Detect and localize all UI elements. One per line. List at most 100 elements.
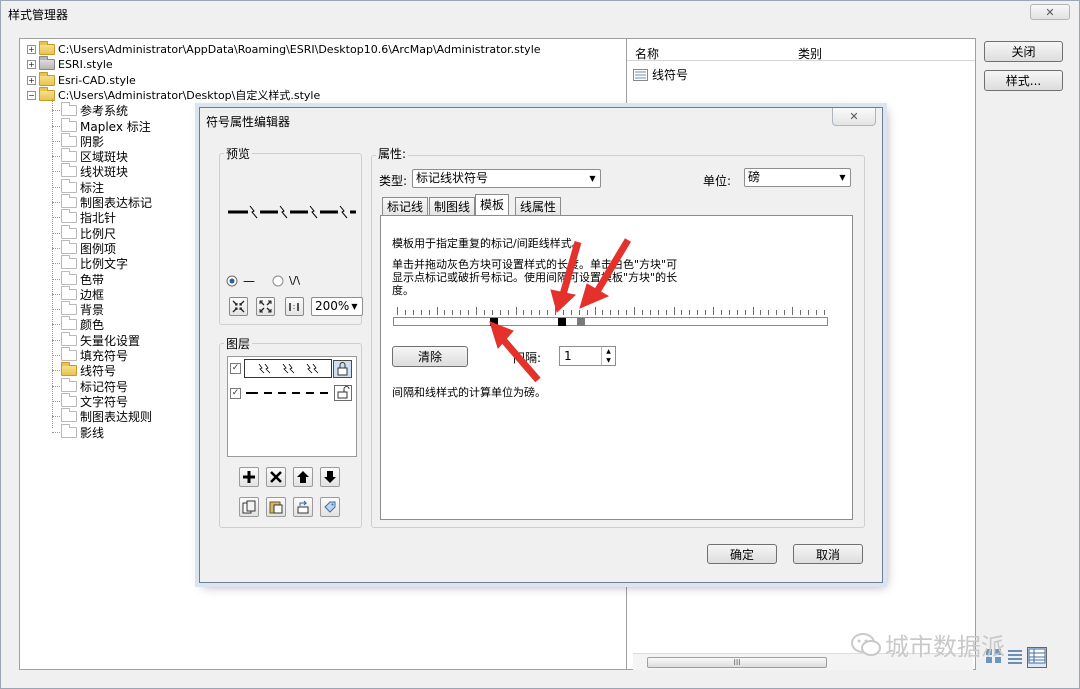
- radio-straight[interactable]: —: [226, 274, 255, 288]
- list-item[interactable]: 线符号: [633, 66, 688, 83]
- column-category[interactable]: 类别: [798, 45, 822, 62]
- remove-layer-button[interactable]: [266, 467, 286, 487]
- tree-category-item[interactable]: 比例尺: [61, 224, 116, 241]
- ruler-tick: [673, 307, 675, 315]
- actual-size-button[interactable]: [285, 297, 304, 316]
- tree-category-item[interactable]: 标注: [61, 178, 104, 195]
- tree-category-item[interactable]: Maplex 标注: [61, 117, 151, 134]
- tree-category-item[interactable]: 色带: [61, 270, 104, 287]
- watermark: 城市数据派: [851, 627, 1005, 662]
- tree-category-item[interactable]: 图例项: [61, 239, 116, 256]
- tree-category-item[interactable]: 制图表达标记: [61, 194, 152, 210]
- ruler-tick: [641, 310, 643, 315]
- ruler-tick: [807, 310, 809, 315]
- up-arrow-icon[interactable]: ▲: [602, 347, 615, 356]
- tab-line-properties[interactable]: 线属性: [515, 197, 562, 216]
- list-view-icon[interactable]: [1006, 648, 1024, 667]
- zoom-extent-button[interactable]: [256, 297, 275, 316]
- tree-category-item[interactable]: 线符号: [61, 362, 116, 378]
- ruler-tick: [799, 310, 801, 315]
- folder-icon: [61, 224, 77, 239]
- tree-branch-line: [52, 232, 60, 234]
- window-title: 样式管理器: [8, 8, 69, 22]
- tree-category-item[interactable]: 标记符号: [61, 377, 128, 394]
- copy-layer-button[interactable]: [239, 497, 259, 517]
- radio-curve[interactable]: \/\: [272, 274, 300, 287]
- template-mark-black[interactable]: [558, 318, 566, 326]
- tab-cartographic-line[interactable]: 制图线: [429, 197, 476, 216]
- layer-2-lock-button[interactable]: [334, 385, 352, 401]
- folder-icon: [61, 194, 77, 208]
- move-down-button[interactable]: [320, 467, 340, 487]
- folder-icon: [61, 270, 77, 285]
- tree-root-item[interactable]: + Esri-CAD.style: [27, 71, 136, 88]
- ruler-track[interactable]: [393, 317, 828, 326]
- column-name[interactable]: 名称: [635, 45, 659, 62]
- layer-2-item[interactable]: [244, 384, 332, 402]
- layer-1-checkbox[interactable]: ✓: [230, 363, 241, 374]
- window-close-button[interactable]: ✕: [1030, 4, 1070, 20]
- move-up-button[interactable]: [293, 467, 313, 487]
- scroll-thumb[interactable]: III: [647, 657, 827, 668]
- unit-note: 间隔和线样式的计算单位为磅。: [392, 386, 546, 399]
- tree-root-item[interactable]: + ESRI.style: [27, 56, 113, 72]
- expand-icon[interactable]: +: [27, 45, 36, 54]
- layer-properties-button[interactable]: [320, 497, 340, 517]
- ruler-tick: [507, 310, 509, 315]
- collapse-icon[interactable]: −: [27, 90, 36, 100]
- tree-root-item[interactable]: + C:\Users\Administrator\AppData\Roaming\…: [27, 41, 541, 57]
- interval-value: 1: [564, 349, 572, 363]
- tree-category-item[interactable]: 矢量化设置: [61, 331, 140, 348]
- stepper-arrows[interactable]: ▲ ▼: [601, 347, 615, 365]
- tab-marker-line[interactable]: 标记线: [382, 197, 429, 216]
- tree-category-item[interactable]: 区域斑块: [61, 148, 128, 164]
- layer-1-lock-button[interactable]: [333, 360, 352, 378]
- styles-button[interactable]: 样式...: [984, 70, 1063, 91]
- tree-category-item[interactable]: 填充符号: [61, 347, 128, 363]
- arrow-down-icon: [324, 471, 336, 483]
- zoom-select[interactable]: 200% ▼: [311, 297, 363, 316]
- unit-select[interactable]: 磅 ▼: [744, 168, 851, 187]
- ruler-tick: [476, 307, 477, 315]
- tree-category-item[interactable]: 阴影: [61, 132, 104, 149]
- ruler-tick: [665, 310, 667, 315]
- ok-button[interactable]: 确定: [707, 544, 777, 564]
- tree-category-item[interactable]: 文字符号: [61, 392, 128, 409]
- layer-2-checkbox[interactable]: ✓: [230, 388, 241, 399]
- paste-layer-button[interactable]: [266, 497, 286, 517]
- layer-1-item[interactable]: [244, 359, 332, 378]
- tree-category-item[interactable]: 指北针: [61, 209, 116, 225]
- expand-icon[interactable]: +: [27, 60, 36, 70]
- marker-line-layer-icon: [258, 363, 319, 374]
- convert-layer-button[interactable]: [293, 497, 313, 517]
- close-button[interactable]: 关闭: [984, 41, 1063, 62]
- tree-category-item[interactable]: 背景: [61, 301, 104, 317]
- interval-stepper[interactable]: 1 ▲ ▼: [559, 346, 616, 366]
- tree-category-item[interactable]: 参考系统: [61, 102, 128, 118]
- tree-category-item[interactable]: 比例文字: [61, 255, 128, 271]
- zoom-fit-button[interactable]: [229, 297, 248, 316]
- template-ruler[interactable]: [393, 307, 828, 326]
- dialog-title: 符号属性编辑器: [206, 115, 291, 129]
- template-mark-black[interactable]: [490, 318, 498, 326]
- tree-root-item[interactable]: − C:\Users\Administrator\Desktop\自定义样式.st…: [27, 86, 320, 103]
- tree-category-item[interactable]: 颜色: [61, 316, 104, 332]
- radio-selected-icon: [226, 275, 238, 287]
- line-symbol-icon: [633, 68, 648, 81]
- expand-icon[interactable]: +: [27, 75, 36, 85]
- tree-category-item[interactable]: 影线: [61, 423, 104, 440]
- type-select[interactable]: 标记线状符号 ▼: [412, 169, 601, 188]
- down-arrow-icon[interactable]: ▼: [602, 356, 615, 365]
- tree-branch-line: [52, 431, 60, 433]
- tab-template[interactable]: 模板: [475, 194, 510, 216]
- details-view-icon[interactable]: [1027, 647, 1047, 668]
- tree-category-item[interactable]: 边框: [61, 285, 104, 302]
- template-length-handle[interactable]: [577, 318, 585, 326]
- dialog-close-button[interactable]: ✕: [832, 108, 876, 126]
- tree-category-item[interactable]: 线状斑块: [61, 163, 128, 179]
- ruler-tick: [744, 310, 746, 315]
- clear-button[interactable]: 清除: [392, 346, 468, 367]
- tree-category-item[interactable]: 制图表达规则: [61, 408, 152, 424]
- add-layer-button[interactable]: [239, 467, 259, 487]
- cancel-button[interactable]: 取消: [793, 544, 863, 564]
